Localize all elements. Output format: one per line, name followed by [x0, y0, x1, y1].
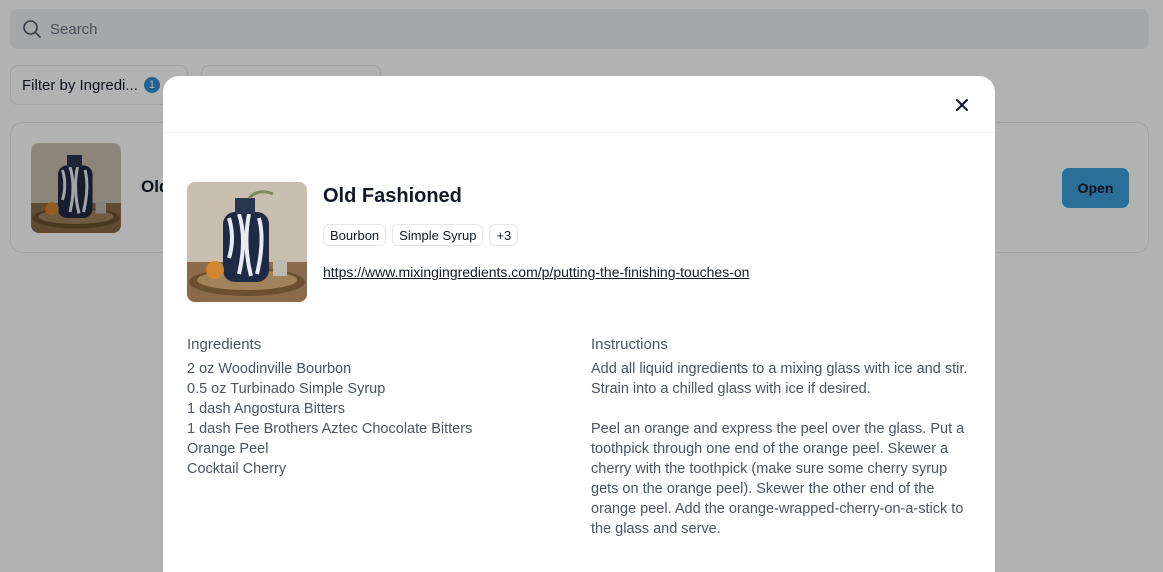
recipe-source-link[interactable]: https://www.mixingingredients.com/p/putt… — [323, 264, 749, 280]
ingredient-item: Cocktail Cherry — [187, 461, 287, 477]
tag-more[interactable]: +3 — [489, 224, 519, 246]
instructions-section: Instructions Add all liquid ingredients … — [591, 336, 971, 559]
ingredient-item: 1 dash Fee Brothers Aztec Chocolate Bitt… — [187, 421, 473, 437]
recipe-title: Old Fashioned — [323, 185, 462, 207]
ingredient-item: Orange Peel — [187, 441, 269, 457]
ingredient-item: 0.5 oz Turbinado Simple Syrup — [187, 381, 386, 397]
ingredient-item: 2 oz Woodinville Bourbon — [187, 361, 352, 377]
recipe-image — [187, 182, 307, 302]
ingredients-list: 2 oz Woodinville Bourbon 0.5 oz Turbinad… — [187, 359, 567, 479]
tag-bourbon[interactable]: Bourbon — [323, 224, 387, 246]
instructions-heading: Instructions — [591, 336, 668, 353]
tag-simple-syrup[interactable]: Simple Syrup — [392, 224, 484, 246]
close-button[interactable] — [951, 94, 973, 116]
ingredient-item: 1 dash Angostura Bitters — [187, 401, 345, 417]
recipe-modal: Old Fashioned Bourbon Simple Syrup +3 ht… — [163, 76, 995, 572]
tag-list: Bourbon Simple Syrup +3 — [323, 224, 519, 246]
ingredients-section: Ingredients 2 oz Woodinville Bourbon 0.5… — [187, 336, 567, 479]
close-icon — [956, 99, 968, 111]
instruction-paragraph: Peel an orange and express the peel over… — [591, 421, 965, 537]
ingredients-heading: Ingredients — [187, 336, 262, 353]
instruction-paragraph: Add all liquid ingredients to a mixing g… — [591, 361, 968, 397]
modal-header — [163, 76, 995, 133]
